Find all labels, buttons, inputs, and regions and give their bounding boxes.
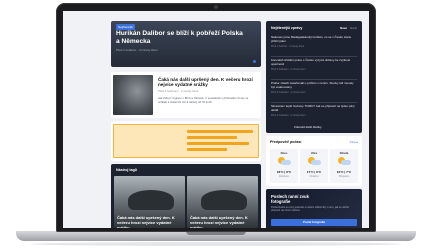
promo-line <box>187 142 249 145</box>
carousel-dot[interactable] <box>253 60 256 63</box>
weather-day[interactable]: Zítra 17°C | 9°C Oblačno <box>300 149 328 183</box>
umbrella-image <box>128 190 174 210</box>
weather-temp: 18°C | 8°C <box>276 170 292 174</box>
partly-cloudy-icon <box>277 157 291 166</box>
news-item-meta: Před 2 hodinami · 2 minuty čtení <box>271 67 306 71</box>
promo-line <box>187 136 237 139</box>
weather-day-name: Zítra <box>310 151 318 155</box>
divider <box>271 56 357 57</box>
tag-section: Nástroj tagů Čaká nás další upršený den.… <box>111 164 261 228</box>
podcast-title: Poslech ranní zvuk fotografie <box>271 194 309 204</box>
podcast-button[interactable]: Poslat fotografie <box>271 219 357 226</box>
weather-widget: Předpověď počasí Více ▸ Dnes 18°C | 8°C … <box>266 136 362 186</box>
hero-title[interactable]: Hurikán Dalibor se blíží k pobřeží Polsk… <box>116 30 246 46</box>
umbrella-image <box>201 190 247 210</box>
article-card[interactable]: Čaká nás další upršený den. K večeru hro… <box>111 72 261 118</box>
weather-desc: Zataženo <box>279 175 289 178</box>
section-article-title[interactable]: Čaká nás další upršený den. K večeru hro… <box>190 215 256 228</box>
screen: Nejčtenější Hurikán Dalibor se blíží k p… <box>63 11 369 228</box>
laptop-shadow <box>30 242 402 246</box>
section-article-title[interactable]: Čaká nás další upršený den. K večeru hro… <box>117 215 183 228</box>
show-more-link[interactable]: Zobrazit další články <box>294 125 322 129</box>
weather-more-link[interactable]: Více ▸ <box>350 140 358 144</box>
partly-cloudy-icon <box>307 157 321 166</box>
weather-temp: 17°C | 9°C <box>306 170 322 174</box>
section-article[interactable]: Čaká nás další upršený den. K večeru hro… <box>114 176 185 228</box>
camera-icon <box>214 5 218 9</box>
tab-older[interactable]: Starší <box>350 26 357 30</box>
news-item-title[interactable]: Praha: Hasiči zasahovali u požáru v cent… <box>271 81 357 90</box>
promo-line <box>187 148 227 151</box>
news-item[interactable]: Praha: Hasiči zasahovali u požáru v cent… <box>271 81 357 94</box>
article-meta: Před 2 hodinami · 2 minuty čtení <box>158 89 199 93</box>
podcast-card: Poslech ranní zvuk fotografie Poslechnět… <box>266 189 362 228</box>
news-item-title[interactable]: Silvestrem lepší hodnoty TOMU? Jak se př… <box>271 104 357 113</box>
podcast-text: Poslechněte si nový podcast s našimi odb… <box>271 206 349 213</box>
news-item[interactable]: Kancelář oficiální práce s Česku vyzývá … <box>271 58 357 71</box>
news-item-meta: Před 1 hodinou · 3 minuty čtení <box>271 44 305 48</box>
divider <box>271 79 357 80</box>
tab-new[interactable]: Nové <box>340 26 347 30</box>
weather-heading: Předpověď počasí <box>270 140 302 144</box>
divider <box>271 102 357 103</box>
news-item[interactable]: Silvestrem lepší hodnoty TOMU? Jak se př… <box>271 104 357 117</box>
weather-day-name: Dnes <box>280 151 288 155</box>
news-item-meta: Před 3 hodinami · 4 minuty čtení <box>271 90 306 94</box>
partly-cloudy-icon <box>337 157 351 166</box>
promo-line <box>187 130 253 133</box>
article-title[interactable]: Čaká nás další upršený den. K večeru hro… <box>158 77 256 88</box>
weather-day-name: Středa <box>339 151 349 155</box>
news-item[interactable]: Nakonec jsme Madagaskarský hurikán, co s… <box>271 35 357 48</box>
laptop-bezel: Nejčtenější Hurikán Dalibor se blíží k p… <box>56 3 376 232</box>
news-item-title[interactable]: Nakonec jsme Madagaskarský hurikán, co s… <box>271 35 357 44</box>
news-panel: Nejčtenější zprávy Nové Starší Nakonec j… <box>266 21 362 133</box>
news-heading: Nejčtenější zprávy <box>271 26 303 30</box>
weather-desc: Oblačno <box>309 175 319 178</box>
news-item-title[interactable]: Kancelář oficiální práce s Česku vyzývá … <box>271 58 357 67</box>
promo-banner[interactable] <box>111 121 261 161</box>
weather-temp: 16°C | 7°C <box>336 170 352 174</box>
article-image[interactable] <box>113 75 153 115</box>
promo-box[interactable] <box>113 124 259 158</box>
news-tabs: Nové Starší <box>340 26 357 30</box>
weather-day[interactable]: Středa 16°C | 7°C Polojasno <box>330 149 358 183</box>
hero-meta: Před 1 hodinou · 3 minuty čtení <box>116 48 158 52</box>
hero-article[interactable]: Nejčtenější Hurikán Dalibor se blíží k p… <box>111 21 261 67</box>
weather-desc: Polojasno <box>338 175 350 178</box>
article-excerpt: Jak Zdroj z regionu v Brně a Ostravě. V … <box>158 96 249 104</box>
weather-day[interactable]: Dnes 18°C | 8°C Zataženo <box>270 149 298 183</box>
section-title: Nástroj tagů <box>116 168 137 172</box>
section-article[interactable]: Čaká nás další upršený den. K večeru hro… <box>187 176 258 228</box>
news-item-meta: Před 4 hodinami · 2 minuty čtení <box>271 113 306 117</box>
